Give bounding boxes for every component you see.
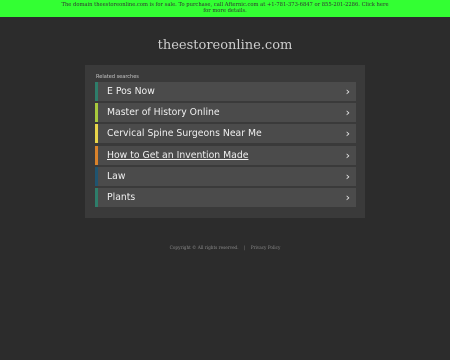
related-searches-list: E Pos Now › Master of History Online › C… (95, 82, 356, 209)
privacy-policy-link[interactable]: Privacy Policy (251, 245, 281, 250)
footer: Copyright © All rights reserved. | Priva… (0, 245, 450, 251)
related-search-item[interactable]: How to Get an Invention Made › (95, 145, 356, 165)
related-search-item[interactable]: E Pos Now › (95, 82, 356, 101)
footer-separator: | (243, 245, 246, 250)
related-search-label: Master of History Online (107, 107, 220, 119)
related-search-label: Plants (107, 191, 136, 203)
chevron-right-icon: › (345, 106, 350, 120)
chevron-right-icon: › (345, 148, 350, 162)
sale-banner-link[interactable]: The domain theestoreonline.com is for sa… (61, 2, 388, 14)
related-search-item[interactable]: Cervical Spine Surgeons Near Me › (95, 124, 356, 144)
related-search-label: E Pos Now (107, 86, 155, 97)
copyright-text: Copyright © All rights reserved. (169, 245, 239, 250)
related-search-label: How to Get an Invention Made (107, 149, 249, 161)
related-search-item[interactable]: Master of History Online › (95, 103, 356, 123)
related-search-label: Cervical Spine Surgeons Near Me (107, 128, 262, 140)
related-search-label: Law (107, 170, 126, 182)
related-search-item[interactable]: Law › (95, 166, 356, 186)
related-search-item[interactable]: Plants › (95, 187, 356, 207)
site-title: theestoreonline.com (157, 38, 293, 53)
chevron-right-icon: › (345, 127, 350, 141)
sale-banner-text-line2: for more details. (203, 8, 247, 14)
chevron-right-icon: › (345, 190, 350, 204)
sale-banner[interactable]: The domain theestoreonline.com is for sa… (0, 0, 450, 17)
chevron-right-icon: › (345, 169, 350, 183)
related-searches-header: Related searches (96, 74, 139, 80)
related-searches-panel: Related searches E Pos Now › Master of H… (85, 65, 365, 218)
chevron-right-icon: › (345, 85, 350, 98)
